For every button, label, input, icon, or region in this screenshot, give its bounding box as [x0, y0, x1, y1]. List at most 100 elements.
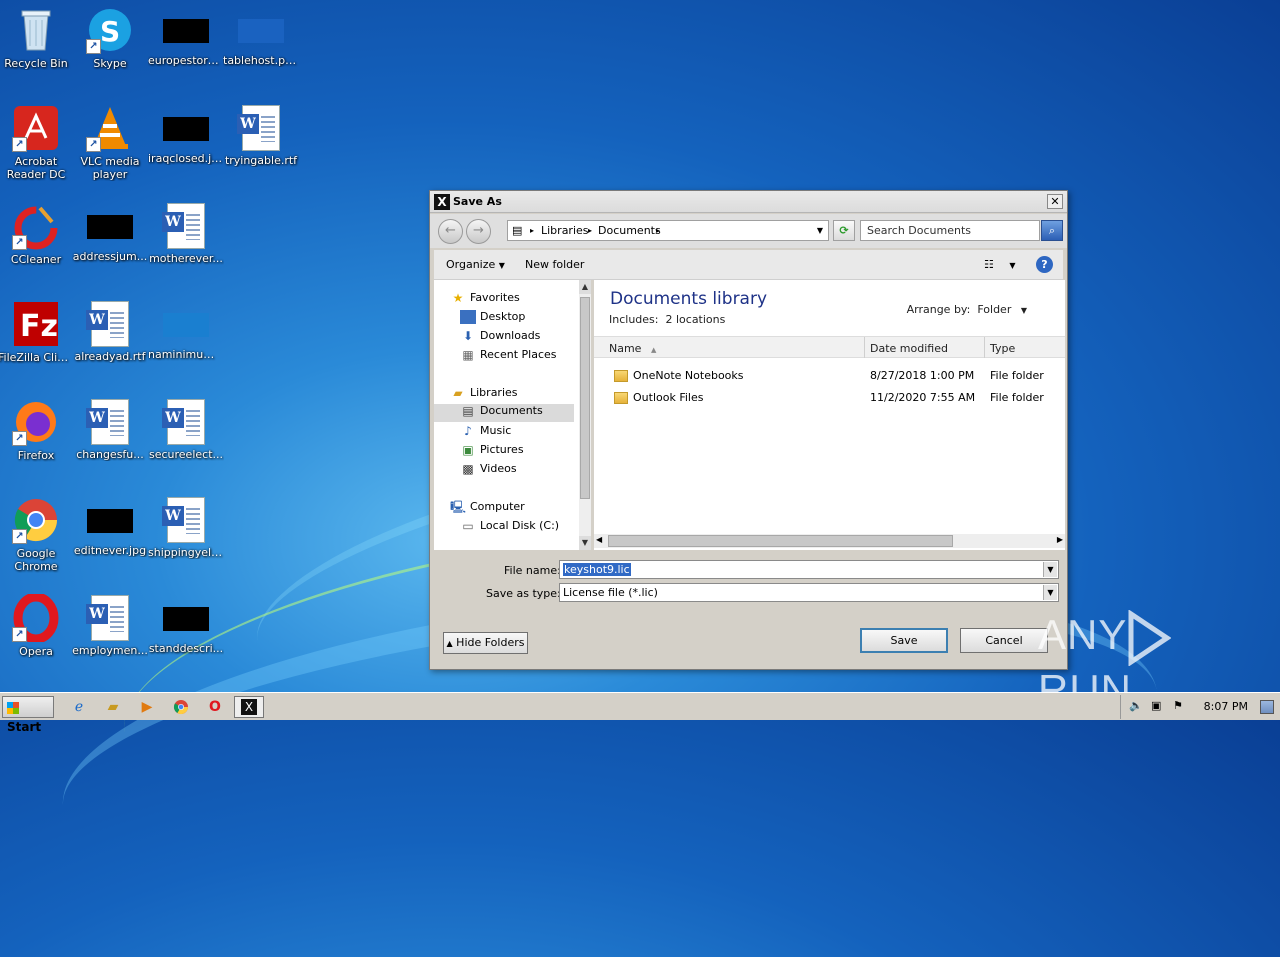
nav-scrollbar[interactable]: ▲ ▼ [579, 280, 591, 550]
desktop-icon-file[interactable]: editnever.jpg [72, 496, 148, 557]
desktop-icon-opera[interactable]: ↗ Opera [0, 592, 74, 658]
arrange-dropdown[interactable]: Folder [977, 303, 1011, 316]
desktop-icon-vlc[interactable]: ↗ VLC media player [72, 104, 148, 181]
nav-documents[interactable]: ▤ Documents [434, 404, 574, 422]
desktop-icon-file[interactable]: W alreadyad.rtf [72, 300, 148, 363]
breadcrumb-libraries[interactable]: Libraries [541, 224, 589, 237]
forward-button[interactable]: → [466, 219, 491, 244]
nav-label: Music [480, 424, 512, 437]
start-button[interactable]: Start [2, 696, 54, 734]
scroll-left-icon[interactable]: ◀ [596, 535, 602, 544]
chevron-down-icon[interactable]: ▼ [1021, 306, 1027, 315]
column-separator[interactable] [864, 337, 865, 358]
file-row[interactable]: Outlook Files 11/2/2020 7:55 AM File fol… [594, 388, 1065, 408]
volume-icon[interactable]: 🔈 [1129, 699, 1143, 712]
scrollbar-thumb[interactable] [608, 535, 953, 547]
desktop-icon-skype[interactable]: S ↗ Skype [72, 6, 148, 70]
desktop-icon-chrome[interactable]: ↗ Google Chrome [0, 496, 74, 573]
nav-local-disk[interactable]: ▭ Local Disk (C:) [460, 519, 559, 537]
breadcrumb-documents[interactable]: Documents [598, 224, 661, 237]
hide-folders-button[interactable]: ▲ Hide Folders [443, 632, 528, 654]
column-type[interactable]: Type [990, 342, 1015, 355]
downloads-icon: ⬇ [462, 329, 474, 343]
file-name-label: OneNote Notebooks [633, 369, 744, 382]
file-name: OneNote Notebooks [614, 369, 744, 382]
nav-desktop[interactable]: Desktop [460, 310, 525, 328]
help-icon[interactable]: ? [1036, 256, 1053, 273]
back-button[interactable]: ← [438, 219, 463, 244]
scrollbar-thumb[interactable] [580, 297, 590, 499]
network-icon[interactable]: ▣ [1151, 699, 1161, 712]
save-button[interactable]: Save [860, 628, 948, 653]
desktop-icon-ccleaner[interactable]: ↗ CCleaner [0, 202, 74, 266]
nav-pictures[interactable]: ▣ Pictures [460, 443, 523, 461]
file-name-input[interactable]: keyshot9.lic ▼ [559, 560, 1059, 579]
desktop-icon-filezilla[interactable]: Fz FileZilla Client [0, 300, 74, 364]
organize-button[interactable]: Organize ▼ [446, 258, 505, 271]
cancel-button[interactable]: Cancel [960, 628, 1048, 653]
nav-computer[interactable]: 🖳 Computer [450, 500, 525, 518]
new-folder-button[interactable]: New folder [525, 258, 584, 271]
save-type-value: License file (*.lic) [563, 586, 658, 599]
desktop-icon-file[interactable]: iraqclosed.jpg [148, 104, 224, 165]
column-date-modified[interactable]: Date modified [870, 342, 948, 355]
desktop-icon-file[interactable]: naminimum.... [148, 300, 224, 361]
column-separator[interactable] [984, 337, 985, 358]
desktop-icon-file[interactable]: addressjum... [72, 202, 148, 263]
libraries-icon: ▰ [453, 386, 463, 400]
save-type-select[interactable]: License file (*.lic) ▼ [559, 583, 1059, 602]
keyshot-taskbar-button[interactable]: X [234, 696, 264, 718]
close-icon[interactable]: ✕ [1047, 194, 1063, 209]
scroll-up-icon[interactable]: ▲ [579, 280, 591, 294]
nav-recent-places[interactable]: ▦ Recent Places [460, 348, 556, 366]
scroll-down-icon[interactable]: ▼ [579, 536, 591, 550]
chevron-down-icon: ▼ [498, 261, 505, 270]
show-desktop-button[interactable] [1260, 700, 1274, 714]
file-row[interactable]: OneNote Notebooks 8/27/2018 1:00 PM File… [594, 366, 1065, 386]
dialog-titlebar[interactable]: X Save As ✕ [430, 191, 1067, 213]
column-name[interactable]: Name ▲ [609, 342, 656, 355]
clock[interactable]: 8:07 PM [1204, 700, 1248, 713]
desktop-icon-file[interactable]: W shippingyell... [148, 496, 224, 559]
file-explorer-icon[interactable]: ▰ [102, 697, 124, 717]
desktop-icon-acrobat[interactable]: ↗ Acrobat Reader DC [0, 104, 74, 181]
nav-libraries[interactable]: ▰ Libraries [450, 386, 517, 404]
internet-explorer-icon[interactable]: ℯ [68, 697, 90, 717]
action-center-flag-icon[interactable]: ⚑ [1173, 699, 1183, 712]
shortcut-arrow-icon: ↗ [12, 529, 27, 544]
scroll-right-icon[interactable]: ▶ [1057, 535, 1063, 544]
desktop-icon-file[interactable]: europestore... [148, 6, 224, 67]
folder-icon [614, 392, 628, 404]
search-icon[interactable]: ⌕ [1041, 220, 1063, 241]
desktop-icon-recycle-bin[interactable]: Recycle Bin [0, 6, 74, 70]
nav-videos[interactable]: ▩ Videos [460, 462, 516, 480]
nav-music[interactable]: ♪ Music [460, 424, 511, 442]
search-input[interactable]: Search Documents [860, 220, 1040, 241]
nav-downloads[interactable]: ⬇ Downloads [460, 329, 540, 347]
refresh-button[interactable]: ⟳ [833, 220, 855, 241]
desktop-icon-file[interactable]: W changesfu... [72, 398, 148, 461]
view-options-icon[interactable]: ☷ ▼ [984, 258, 1016, 271]
taskbar: Start ℯ ▰ ▶ O X 🔈 ▣ ⚑ 8:07 PM [0, 692, 1280, 734]
includes-link[interactable]: 2 locations [665, 313, 725, 326]
chevron-down-icon[interactable]: ▼ [1043, 562, 1057, 577]
address-bar[interactable]: ▤ ▸ Libraries ▸ Documents ▸ ▼ [507, 220, 829, 241]
chrome-taskbar-icon[interactable] [170, 697, 192, 717]
address-dropdown-icon[interactable]: ▼ [817, 226, 823, 235]
recycle-bin-icon [12, 6, 60, 54]
column-headers: Name ▲ Date modified Type [594, 336, 1065, 358]
desktop-icon-file[interactable]: W employmen... [72, 594, 148, 657]
desktop-icon-firefox[interactable]: ↗ Firefox [0, 398, 74, 462]
save-type-label: Save as type: [486, 587, 561, 600]
chevron-down-icon[interactable]: ▼ [1043, 585, 1057, 600]
desktop-icon-file[interactable]: W tryingable.rtf [223, 104, 299, 167]
opera-taskbar-icon[interactable]: O [204, 697, 226, 717]
file-list-hscrollbar[interactable]: ◀ ▶ [594, 534, 1065, 548]
desktop-icon-file[interactable]: W motherever... [148, 202, 224, 265]
nav-favorites[interactable]: ★ Favorites [450, 291, 520, 309]
desktop-icon-file[interactable]: standdescri... [148, 594, 224, 655]
desktop-icon-file[interactable]: W secureelect... [148, 398, 224, 461]
desktop-icon-file[interactable]: tablehost.png [223, 6, 299, 67]
shortcut-arrow-icon: ↗ [12, 235, 27, 250]
media-player-icon[interactable]: ▶ [136, 697, 158, 717]
